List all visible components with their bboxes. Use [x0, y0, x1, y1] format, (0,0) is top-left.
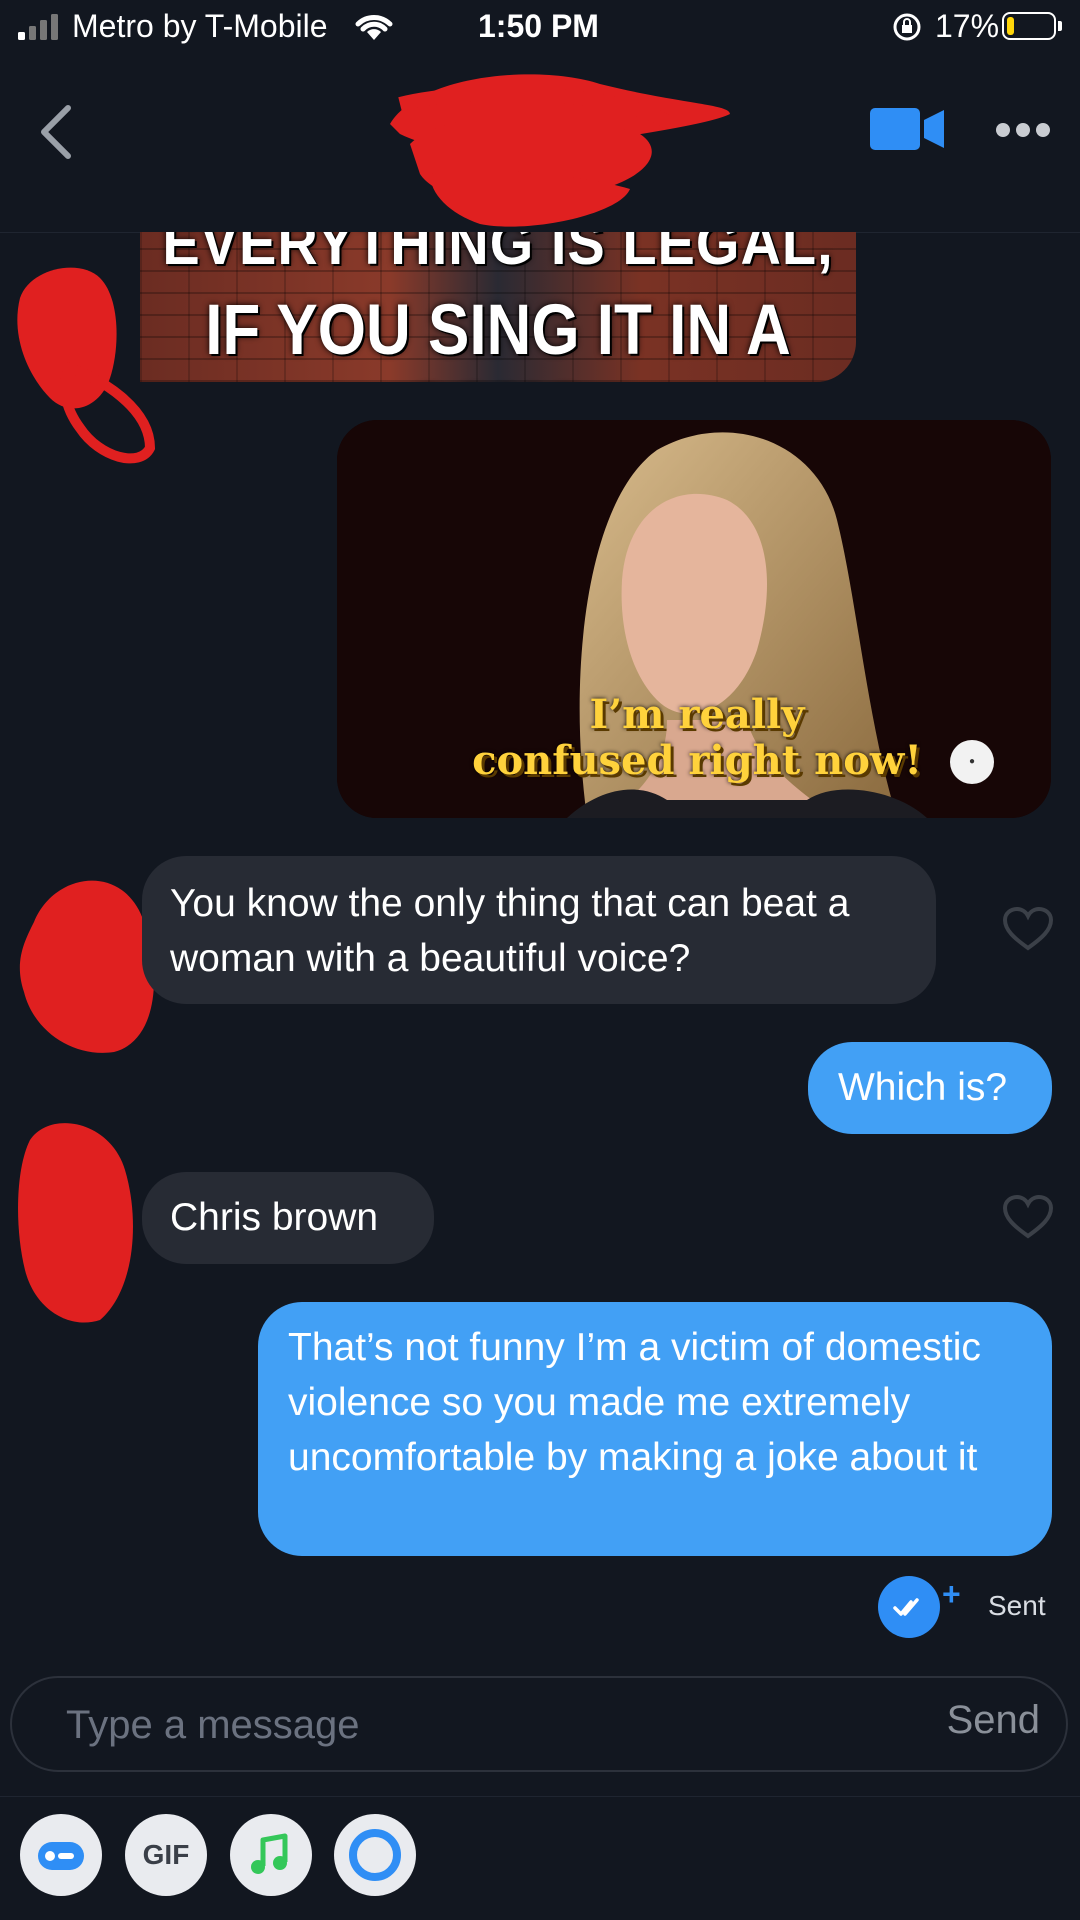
heart-icon[interactable]: [1002, 906, 1054, 952]
watermark-badge-icon: ●: [950, 740, 994, 784]
circle-button[interactable]: [334, 1814, 416, 1896]
message-text: You know the only thing that can beat a …: [170, 882, 850, 980]
battery-icon: [1002, 12, 1056, 40]
sticker-button[interactable]: [20, 1814, 102, 1896]
outgoing-message[interactable]: That’s not funny I’m a victim of domesti…: [258, 1302, 1052, 1556]
carrier-name: Metro by T-Mobile: [72, 8, 328, 44]
clock: 1:50 PM: [478, 8, 599, 44]
message-text: Which is?: [838, 1066, 1008, 1109]
gif-button[interactable]: GIF: [125, 1814, 207, 1896]
message-input[interactable]: [64, 1696, 868, 1754]
read-receipt-icon[interactable]: [878, 1576, 940, 1638]
wifi-icon: [355, 15, 393, 40]
double-check-icon: [893, 1598, 919, 1616]
battery-percent: 17%: [935, 8, 1000, 44]
gif-caption-line2: confused right now!: [472, 737, 922, 784]
status-bar: Metro by T-Mobile 1:50 PM 17%: [0, 0, 1080, 56]
redacted-avatar: [17, 267, 156, 464]
sticker-icon: [38, 1842, 84, 1870]
sent-status: Sent: [988, 1590, 1046, 1621]
circle-icon: [349, 1829, 401, 1881]
reaction-gif[interactable]: I’m really confused right now! ●: [337, 420, 1051, 818]
toolbar-divider: [0, 1796, 1080, 1797]
rotation-lock-icon: [893, 13, 921, 41]
gif-caption-line1: I’m really: [589, 691, 805, 738]
redacted-contact-name: [390, 74, 730, 227]
music-note-icon: [251, 1833, 288, 1874]
incoming-message[interactable]: Chris brown: [142, 1172, 434, 1264]
receipt-plus-icon[interactable]: +: [942, 1576, 961, 1613]
meme-caption-line1: EVERYTHING IS LEGAL,: [162, 232, 834, 278]
video-camera-icon[interactable]: [870, 106, 946, 152]
message-text: Chris brown: [170, 1196, 379, 1239]
incoming-message[interactable]: You know the only thing that can beat a …: [142, 856, 936, 1004]
redacted-avatar: [18, 1123, 133, 1323]
chevron-left-icon[interactable]: [32, 100, 82, 164]
meme-caption-line2: IF YOU SING IT IN A SONG: [205, 290, 791, 383]
signal-icon: [18, 14, 58, 40]
send-button[interactable]: Send: [947, 1698, 1040, 1743]
battery-level: [1007, 17, 1014, 35]
heart-icon[interactable]: [1002, 1194, 1054, 1240]
music-button[interactable]: [230, 1814, 312, 1896]
message-text: That’s not funny I’m a victim of domesti…: [288, 1326, 981, 1479]
chat-header: [0, 56, 1080, 233]
message-composer: Send: [10, 1676, 1068, 1772]
ellipsis-icon[interactable]: [995, 120, 1051, 140]
outgoing-message[interactable]: Which is?: [808, 1042, 1052, 1134]
battery-nub: [1058, 21, 1062, 31]
meme-image[interactable]: EVERYTHING IS LEGAL, IF YOU SING IT IN A…: [140, 232, 856, 382]
